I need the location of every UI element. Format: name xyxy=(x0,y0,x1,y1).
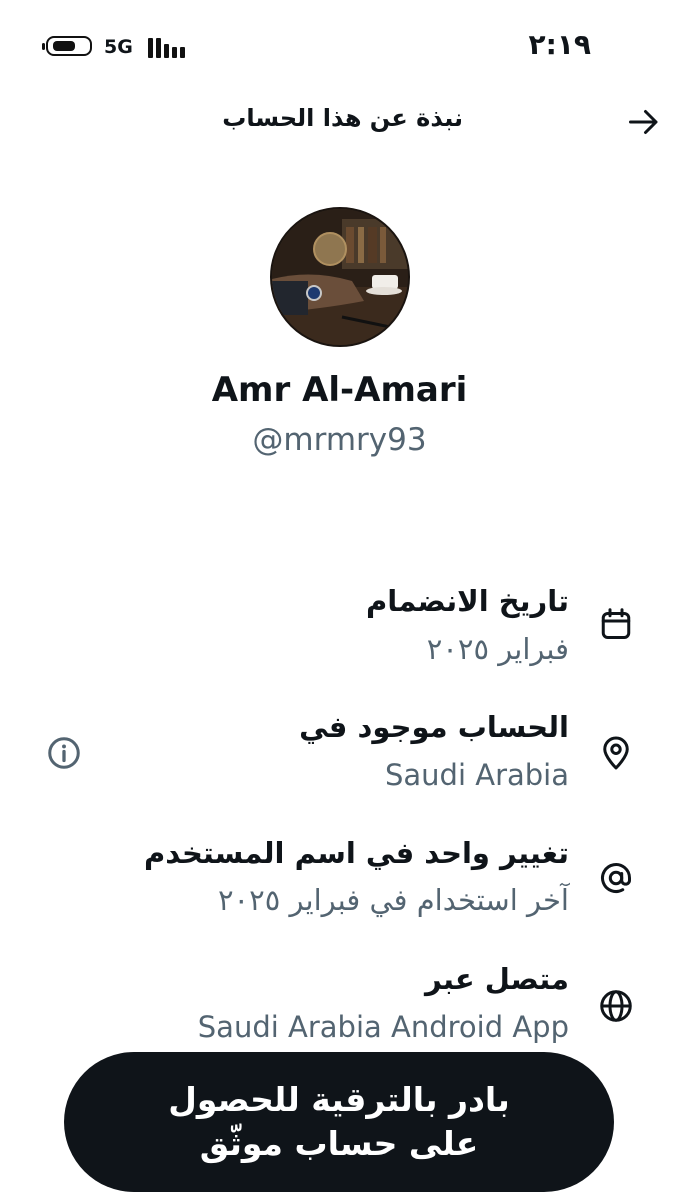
signal-icon xyxy=(148,36,186,58)
network-type: 5G xyxy=(104,36,133,58)
username-change-value: آخر استخدام في فبراير ٢٠٢٥ xyxy=(217,883,569,917)
joined-label: تاريخ الانضمام xyxy=(366,584,569,618)
username-handle: @mrmry93 xyxy=(252,422,427,458)
connected-via-value: Saudi Arabia Android App xyxy=(197,1010,569,1044)
info-icon[interactable] xyxy=(46,735,82,771)
upgrade-button-label: بادر بالترقية للحصول على حساب موثّق xyxy=(168,1080,510,1163)
avatar[interactable] xyxy=(270,207,410,347)
connected-via-label: متصل عبر xyxy=(424,962,569,996)
battery-icon xyxy=(42,36,92,56)
joined-value: فبراير ٢٠٢٥ xyxy=(426,632,569,666)
location-label: الحساب موجود في xyxy=(299,710,569,744)
calendar-icon xyxy=(601,608,631,639)
location-value: Saudi Arabia xyxy=(384,758,569,792)
globe-icon xyxy=(600,990,632,1022)
status-time: ٢:١٩ xyxy=(528,28,591,61)
username-change-label: تغيير واحد في اسم المستخدم xyxy=(143,836,569,870)
at-sign-icon xyxy=(601,863,631,893)
page-title: نبذة عن هذا الحساب xyxy=(222,104,463,132)
location-pin-icon xyxy=(603,736,629,770)
display-name: Amr Al-Amari xyxy=(211,370,468,410)
arrow-right-icon[interactable] xyxy=(626,104,662,140)
upgrade-verified-button[interactable]: بادر بالترقية للحصول على حساب موثّق xyxy=(64,1052,614,1192)
